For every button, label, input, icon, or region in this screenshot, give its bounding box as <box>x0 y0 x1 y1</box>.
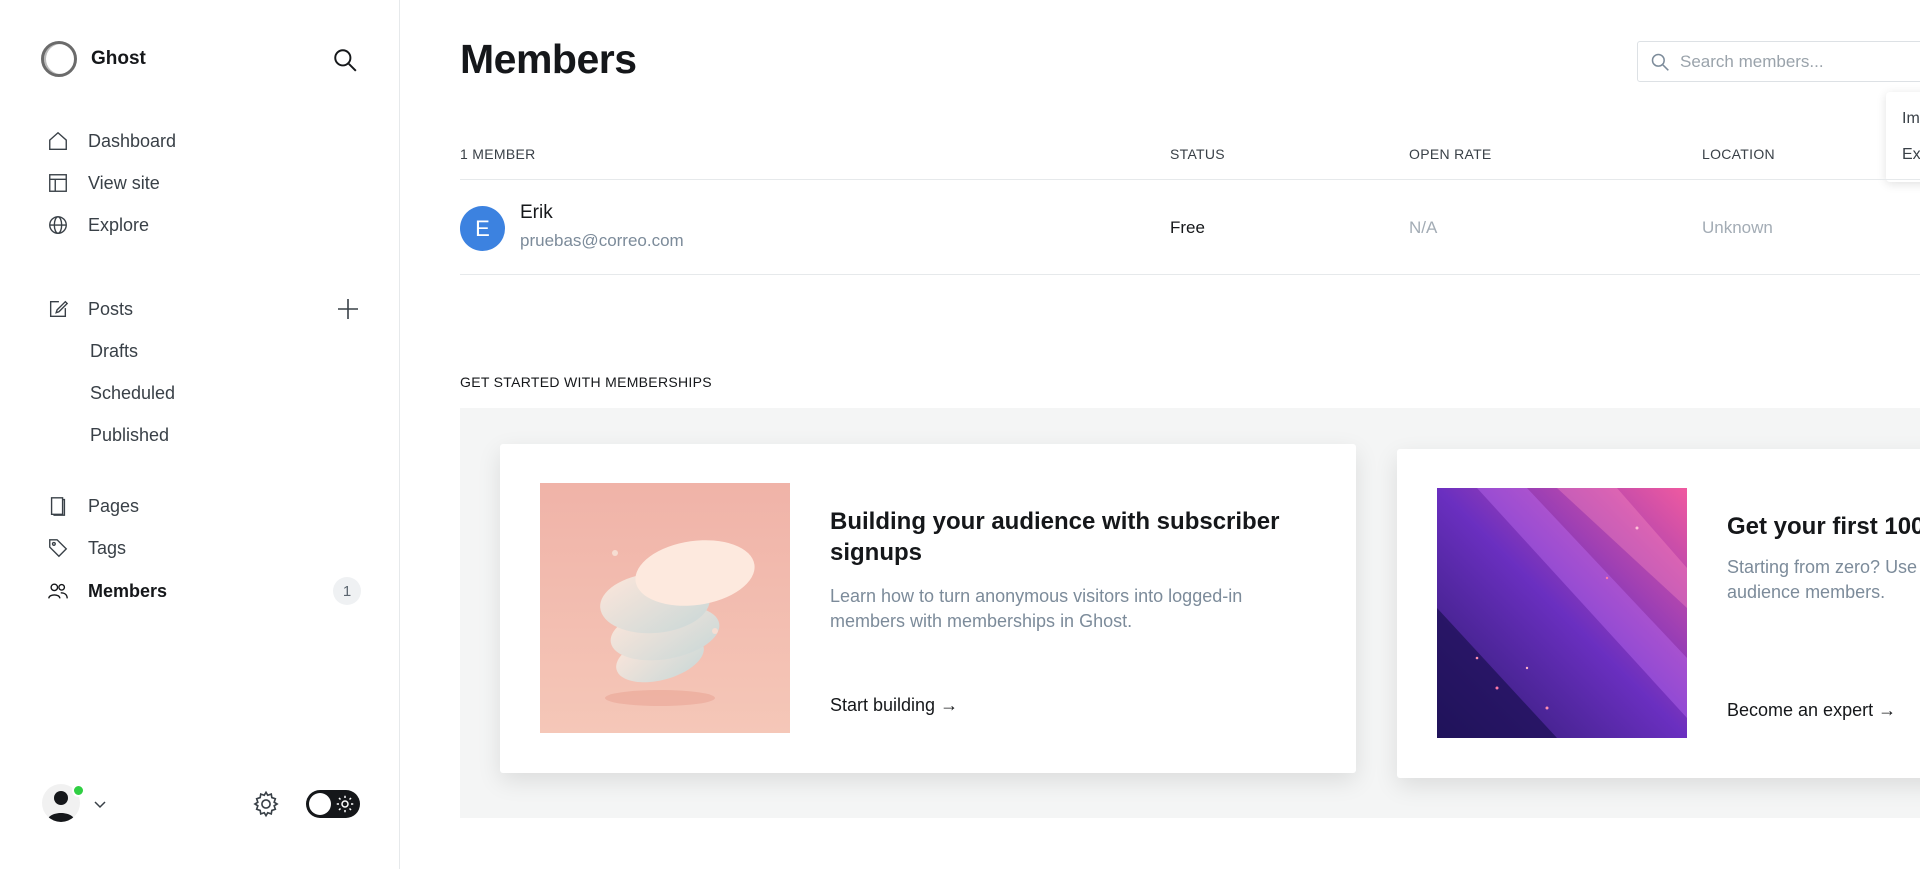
member-open-rate: N/A <box>1409 218 1438 237</box>
sidebar-item-label: View site <box>88 172 160 193</box>
toggle-knob <box>309 793 331 815</box>
edit-icon <box>46 297 70 321</box>
search-icon[interactable] <box>332 47 358 73</box>
dropdown-item-import[interactable]: Im <box>1902 110 1920 128</box>
guide-card-text: Starting from zero? Use audience members… <box>1727 557 1918 602</box>
member-search[interactable] <box>1637 41 1920 82</box>
globe-icon <box>46 213 70 237</box>
sidebar-item-scheduled[interactable]: Scheduled <box>90 380 175 406</box>
page-title: Members <box>460 36 637 82</box>
guide-card-text: Learn how to turn anonymous visitors int… <box>830 586 1243 631</box>
sidebar-item-label: Dashboard <box>88 130 177 151</box>
table-row[interactable]: E Erik pruebas@correo.com Free N/A Unkno… <box>460 180 1920 274</box>
guide-card-title: Get your first 100 <box>1727 513 1920 540</box>
column-header-location[interactable]: LOCATION <box>1702 146 1775 162</box>
sidebar-item-view-site[interactable]: View site <box>46 168 366 198</box>
sun-icon <box>336 795 354 813</box>
members-count-badge: 1 <box>333 577 361 605</box>
sidebar-item-label: Tags <box>88 537 127 558</box>
column-header-members: 1 MEMBER <box>460 146 536 162</box>
get-started-heading: GET STARTED WITH MEMBERSHIPS <box>460 374 712 390</box>
page-icon <box>46 494 70 518</box>
divider <box>460 274 1920 275</box>
column-header-open-rate[interactable]: OPEN RATE <box>1409 146 1492 162</box>
tag-icon <box>46 536 70 560</box>
member-avatar: E <box>460 206 505 251</box>
chevron-down-icon[interactable] <box>92 796 108 812</box>
member-status: Free <box>1170 218 1205 237</box>
sidebar-item-posts[interactable]: Posts <box>46 294 366 324</box>
member-email: pruebas@correo.com <box>520 231 684 250</box>
search-input[interactable] <box>1680 51 1900 72</box>
sidebar-item-explore[interactable]: Explore <box>46 210 366 240</box>
dropdown-item-export[interactable]: Ex <box>1902 146 1920 164</box>
search-icon <box>1651 53 1669 71</box>
online-status-dot <box>72 784 85 797</box>
sidebar-item-tags[interactable]: Tags <box>46 533 366 563</box>
home-icon <box>46 129 70 153</box>
member-location: Unknown <box>1702 218 1773 237</box>
member-name: Erik <box>520 202 553 223</box>
column-header-status[interactable]: STATUS <box>1170 146 1225 162</box>
sidebar: Ghost Dashboard View site Explore Posts … <box>0 0 400 869</box>
ghost-logo-icon <box>41 41 77 77</box>
sidebar-item-label: Posts <box>88 298 134 319</box>
members-icon <box>46 579 70 603</box>
theme-toggle[interactable] <box>306 790 360 818</box>
brand-name: Ghost <box>91 48 146 69</box>
gear-icon[interactable] <box>252 790 280 818</box>
guide-card-title: Building your audience with subscriber s… <box>830 508 1280 566</box>
guide-card[interactable]: Get your first 100 Starting from zero? U… <box>1397 449 1920 778</box>
guide-card-image <box>540 483 790 733</box>
sidebar-item-label: Explore <box>88 214 150 235</box>
sidebar-item-drafts[interactable]: Drafts <box>90 338 138 364</box>
guide-card-image <box>1437 488 1687 738</box>
sidebar-item-label: Pages <box>88 495 140 516</box>
add-post-icon[interactable] <box>336 297 360 321</box>
sidebar-item-dashboard[interactable]: Dashboard <box>46 126 366 156</box>
actions-dropdown: Im Ex <box>1886 92 1920 182</box>
guide-card[interactable]: Building your audience with subscriber s… <box>500 444 1356 773</box>
become-expert-link[interactable]: Become an expert → <box>1727 700 1896 721</box>
sidebar-item-pages[interactable]: Pages <box>46 491 366 521</box>
sidebar-item-published[interactable]: Published <box>90 422 169 448</box>
brand[interactable]: Ghost <box>41 41 146 77</box>
sidebar-item-members[interactable]: Members <box>46 576 366 606</box>
start-building-link[interactable]: Start building → <box>830 695 958 716</box>
layout-icon <box>46 171 70 195</box>
sidebar-item-label: Members <box>88 580 168 601</box>
